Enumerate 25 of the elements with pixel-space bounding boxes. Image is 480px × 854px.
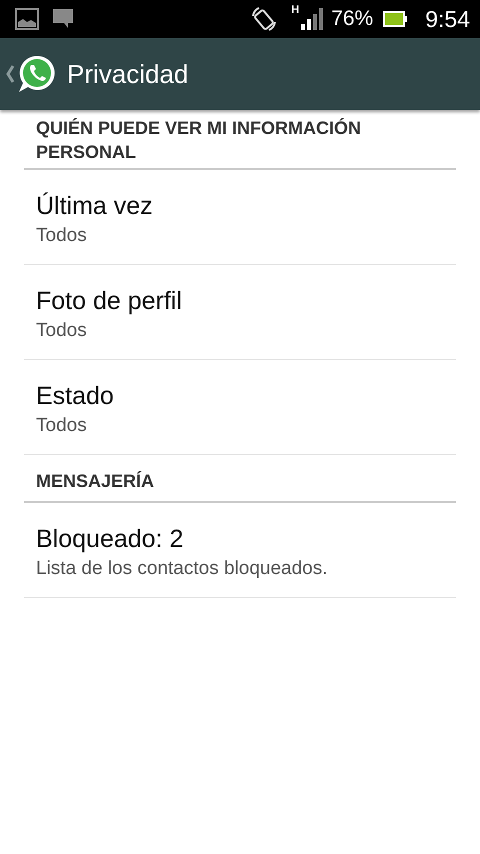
- item-title: Última vez: [36, 191, 154, 222]
- clock: 9:54: [425, 6, 470, 32]
- network-type: H: [291, 4, 300, 16]
- settings-item[interactable]: Estado Todos: [24, 360, 456, 455]
- item-subtitle: Todos: [36, 414, 88, 438]
- settings-item[interactable]: Bloqueado: 2 Lista de los contactos bloqueados.: [24, 503, 456, 598]
- settings-item[interactable]: Foto de perfil Todos: [24, 265, 456, 360]
- signal-icon: [301, 8, 324, 30]
- rotate-icon: [251, 6, 278, 32]
- item-title: Bloqueado: 2: [36, 524, 184, 555]
- item-subtitle: Todos: [36, 319, 88, 343]
- item-subtitle: Lista de los contactos bloqueados.: [36, 557, 329, 581]
- item-subtitle: Todos: [36, 224, 88, 248]
- item-title: Foto de perfil: [36, 286, 183, 317]
- item-title: Estado: [36, 381, 115, 412]
- battery-icon: [383, 11, 408, 27]
- settings-item[interactable]: Última vez Todos: [24, 170, 456, 265]
- chat-bubble-phone-icon: [17, 54, 57, 94]
- image-icon: [15, 8, 39, 30]
- message-icon: [53, 9, 73, 29]
- screen-title: Privacidad: [67, 58, 188, 90]
- battery-level: 76%: [331, 7, 374, 31]
- section-header: MENSAJERÍA: [24, 469, 456, 503]
- section-header: QUIÉN PUEDE VER MI INFORMACIÓN PERSONAL: [24, 116, 456, 170]
- back-caret-icon: [5, 64, 15, 84]
